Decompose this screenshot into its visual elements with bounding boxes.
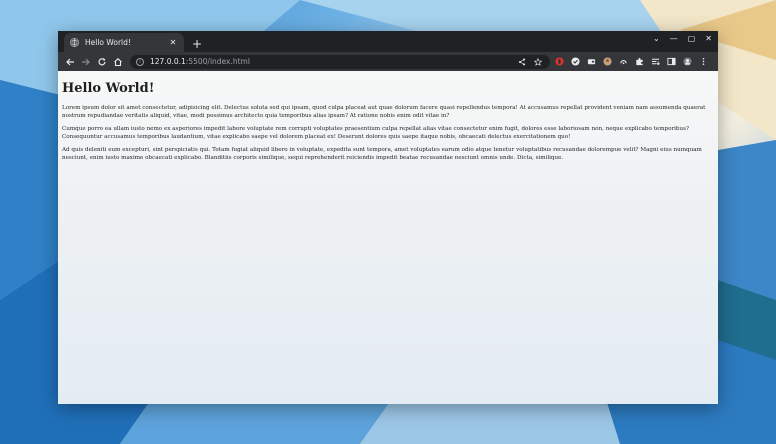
home-icon[interactable] <box>110 54 126 70</box>
opera-extension-icon[interactable] <box>552 55 566 69</box>
star-icon[interactable] <box>532 56 544 68</box>
close-window-button[interactable]: ✕ <box>705 34 712 43</box>
new-tab-button[interactable]: + <box>192 38 202 50</box>
paragraph-2: Cumque porro ea ullam iusto nemo ex aspe… <box>62 126 689 140</box>
cloud-extension-icon[interactable] <box>616 55 630 69</box>
avatar-extension-icon[interactable] <box>600 55 614 69</box>
url-path: :5500/index.html <box>185 57 250 66</box>
page-heading: Hello World! <box>62 81 155 96</box>
info-icon[interactable]: i <box>136 57 144 66</box>
page-content: Hello World! Lorem ipsum dolor sit amet … <box>58 71 718 404</box>
minimize-button[interactable]: — <box>670 34 678 43</box>
reading-list-icon[interactable] <box>648 55 662 69</box>
address-bar[interactable]: i 127.0.0.1:5500/index.html <box>130 54 550 69</box>
maximize-button[interactable]: ▢ <box>688 34 696 43</box>
globe-icon <box>70 38 79 47</box>
profile-icon[interactable] <box>680 55 694 69</box>
url-text: 127.0.0.1:5500/index.html <box>150 57 512 66</box>
tab-search-dropdown-icon[interactable]: ⌄ <box>653 34 660 43</box>
browser-toolbar: i 127.0.0.1:5500/index.html <box>58 52 718 71</box>
side-panel-icon[interactable] <box>664 55 678 69</box>
reload-icon[interactable] <box>94 54 110 70</box>
back-icon[interactable] <box>62 54 78 70</box>
share-icon[interactable] <box>516 56 528 68</box>
forward-icon[interactable] <box>78 54 94 70</box>
check-extension-icon[interactable] <box>568 55 582 69</box>
paragraph-1: Lorem ipsum dolor sit amet consectetur, … <box>62 105 706 119</box>
tab-strip: Hello World! ✕ + ⌄ — ▢ ✕ <box>58 31 718 52</box>
url-host: 127.0.0.1 <box>150 57 186 66</box>
wallet-extension-icon[interactable] <box>584 55 598 69</box>
tab-title: Hello World! <box>85 38 131 47</box>
puzzle-icon[interactable] <box>632 55 646 69</box>
menu-icon[interactable] <box>696 55 710 69</box>
browser-window: Hello World! ✕ + ⌄ — ▢ ✕ i 127.0.0.1:550… <box>58 31 718 404</box>
window-controls: ⌄ — ▢ ✕ <box>653 34 712 43</box>
paragraph-3: Ad quis deleniti eum excepturi, sint per… <box>62 147 702 161</box>
close-tab-icon[interactable]: ✕ <box>168 38 178 47</box>
tab-hello-world[interactable]: Hello World! ✕ <box>64 33 184 52</box>
